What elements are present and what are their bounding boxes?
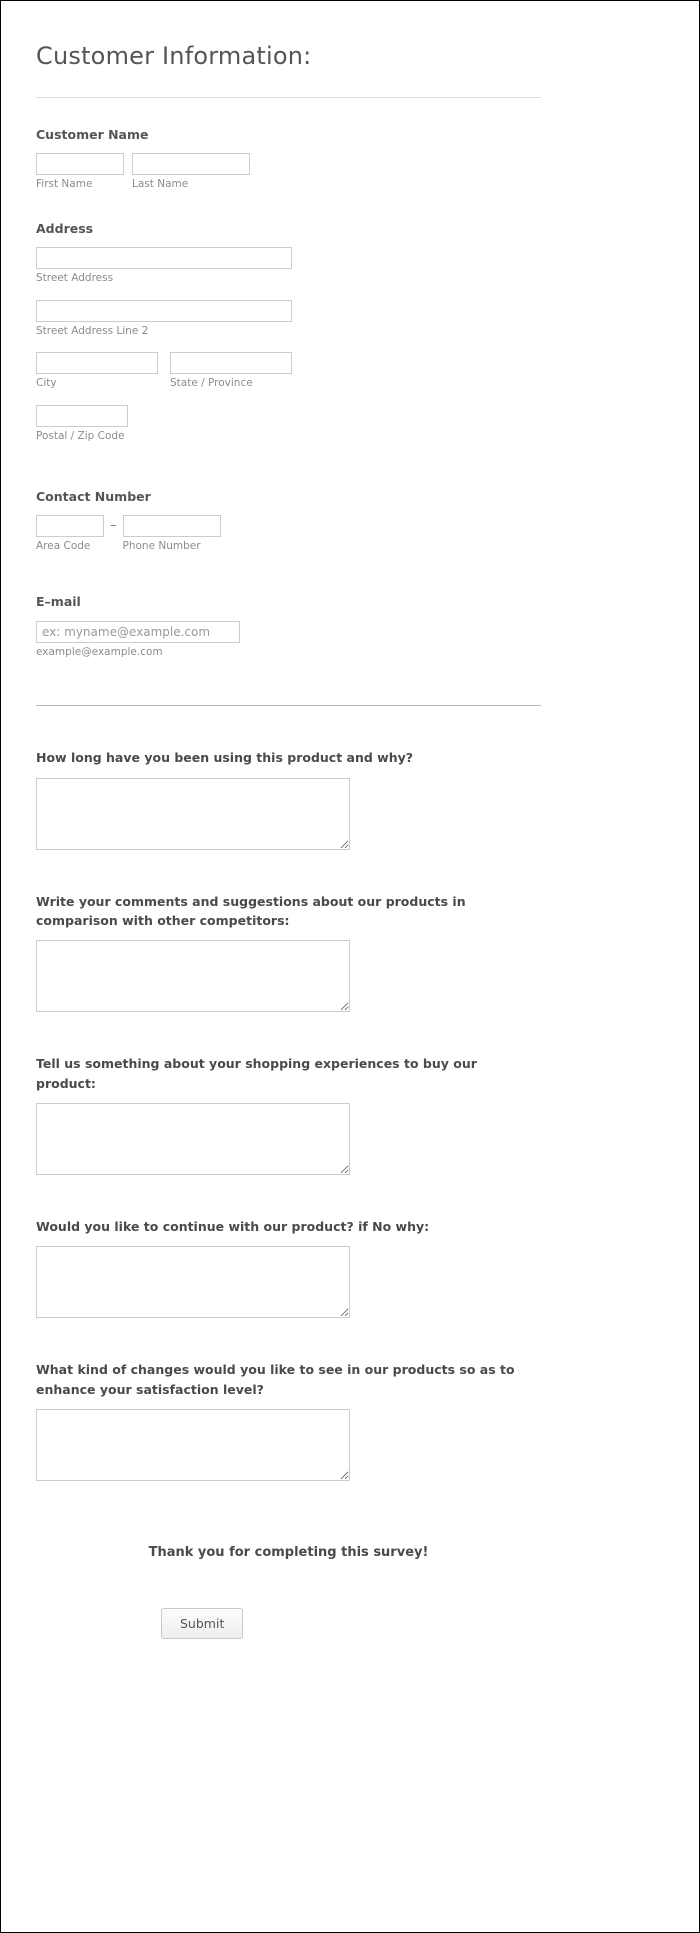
phone-number-sublabel: Phone Number <box>122 539 201 552</box>
email-section: E–mail example@example.com <box>36 593 664 659</box>
street-address-2-sublabel: Street Address Line 2 <box>36 324 149 337</box>
area-code-group: Area Code <box>36 514 104 554</box>
section-divider <box>36 705 541 707</box>
city-state-row: City State / Province <box>36 352 664 391</box>
question-block-2: Write your comments and suggestions abou… <box>36 892 664 1013</box>
question-label-3: Tell us something about your shopping ex… <box>36 1056 477 1091</box>
last-name-input[interactable] <box>132 153 250 176</box>
customer-name-label: Customer Name <box>36 127 149 143</box>
city-group: City <box>36 352 158 391</box>
question-textarea-3[interactable] <box>36 1103 350 1176</box>
email-sublabel: example@example.com <box>36 645 163 658</box>
first-name-group: First Name <box>36 153 124 192</box>
survey-form-page: Customer Information: Customer Name Firs… <box>0 0 700 1933</box>
street-address-sublabel: Street Address <box>36 272 114 285</box>
street-address-2-input[interactable] <box>36 299 292 322</box>
submit-button-wrap: Submit <box>36 1608 664 1640</box>
page-title: Customer Information: <box>36 42 312 70</box>
customer-name-row: First Name Last Name <box>36 153 664 192</box>
phone-separator: – <box>110 517 117 533</box>
street-address-2-group: Street Address Line 2 <box>36 299 664 339</box>
question-block-5: What kind of changes would you like to s… <box>36 1360 664 1482</box>
question-textarea-1[interactable] <box>36 777 350 850</box>
question-block-3: Tell us something about your shopping ex… <box>36 1054 664 1176</box>
state-province-input[interactable] <box>170 352 292 375</box>
first-name-input[interactable] <box>36 153 124 176</box>
last-name-sublabel: Last Name <box>132 178 189 191</box>
zip-group: Postal / Zip Code <box>36 405 664 444</box>
contact-number-section: Contact Number Area Code – Phone Number <box>36 488 664 554</box>
first-name-sublabel: First Name <box>36 178 93 191</box>
address-label: Address <box>36 220 94 236</box>
question-label-5: What kind of changes would you like to s… <box>36 1362 515 1397</box>
question-label-2: Write your comments and suggestions abou… <box>36 893 466 928</box>
state-province-sublabel: State / Province <box>170 377 253 390</box>
state-group: State / Province <box>170 352 292 391</box>
contact-number-row: Area Code – Phone Number <box>36 514 664 554</box>
street-address-input[interactable] <box>36 247 292 270</box>
title-divider <box>36 97 541 99</box>
city-sublabel: City <box>36 377 57 390</box>
street-address-group: Street Address <box>36 247 664 286</box>
question-label-1: How long have you been using this produc… <box>36 750 414 766</box>
city-input[interactable] <box>36 352 158 375</box>
question-textarea-4[interactable] <box>36 1246 350 1319</box>
phone-number-group: Phone Number <box>122 514 221 554</box>
email-label: E–mail <box>36 594 81 610</box>
customer-name-section: Customer Name First Name Last Name <box>36 126 664 192</box>
address-section: Address Street Address Street Address Li… <box>36 220 664 444</box>
area-code-input[interactable] <box>36 514 104 537</box>
contact-number-label: Contact Number <box>36 488 151 504</box>
question-textarea-2[interactable] <box>36 940 350 1013</box>
section-divider-wrap <box>36 705 664 707</box>
form-content: Customer Information: Customer Name Firs… <box>1 1 699 1640</box>
thank-you-message: Thank you for completing this survey! <box>148 1545 429 1561</box>
last-name-group: Last Name <box>132 153 250 192</box>
question-block-1: How long have you been using this produc… <box>36 748 664 850</box>
submit-button[interactable]: Submit <box>161 1608 244 1640</box>
question-block-4: Would you like to continue with our prod… <box>36 1217 664 1319</box>
postal-zip-sublabel: Postal / Zip Code <box>36 430 125 442</box>
question-textarea-5[interactable] <box>36 1409 350 1482</box>
email-input[interactable] <box>36 620 240 643</box>
question-label-4: Would you like to continue with our prod… <box>36 1219 430 1235</box>
area-code-sublabel: Area Code <box>36 539 91 552</box>
postal-zip-input[interactable] <box>36 405 128 427</box>
email-group: example@example.com <box>36 620 664 660</box>
phone-number-input[interactable] <box>122 514 221 537</box>
